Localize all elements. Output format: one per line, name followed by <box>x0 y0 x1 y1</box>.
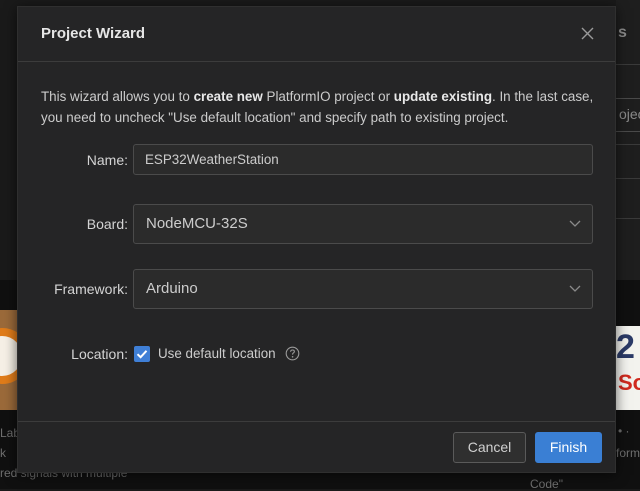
project-wizard-dialog: Project Wizard This wizard allows you to… <box>17 6 616 473</box>
framework-selected-value: Arduino <box>146 280 198 297</box>
board-select[interactable]: NodeMCU-32S <box>133 204 593 244</box>
use-default-location-checkbox[interactable] <box>134 346 150 362</box>
close-icon <box>581 27 594 40</box>
framework-label: Framework: <box>54 281 128 297</box>
close-button[interactable] <box>577 23 599 45</box>
board-selected-value: NodeMCU-32S <box>146 215 248 232</box>
finish-button[interactable]: Finish <box>535 432 602 463</box>
background-input: ojec <box>612 98 640 132</box>
background-right-panel <box>616 0 640 280</box>
background-text: • · <box>618 424 630 438</box>
dialog-footer-divider <box>18 421 615 422</box>
board-label: Board: <box>86 216 128 232</box>
video-thumbnail <box>0 310 18 410</box>
location-label: Location: <box>71 346 128 362</box>
intro-text: This wizard allows you to <box>41 89 194 104</box>
background-panel-letter: s <box>618 24 627 41</box>
background-text: form <box>616 446 640 460</box>
background-text: k <box>0 446 6 460</box>
video-thumbnail: 2 So <box>614 326 640 410</box>
project-name-input[interactable] <box>133 144 593 175</box>
chevron-down-icon <box>569 220 581 227</box>
intro-bold-update: update existing <box>393 89 492 104</box>
thumbnail-word: So <box>618 370 640 395</box>
background-divider <box>612 178 640 179</box>
background-divider <box>612 64 640 65</box>
dialog-description: This wizard allows you to create new Pla… <box>41 86 597 128</box>
thumbnail-number: 2 <box>616 328 635 366</box>
dialog-title: Project Wizard <box>41 25 146 42</box>
intro-bold-create: create new <box>193 89 263 104</box>
name-label: Name: <box>86 152 128 168</box>
dialog-header: Project Wizard <box>18 7 615 62</box>
framework-select[interactable]: Arduino <box>133 269 593 309</box>
help-icon[interactable] <box>285 346 300 361</box>
use-default-location-label[interactable]: Use default location <box>158 346 276 361</box>
background-divider <box>612 218 640 219</box>
intro-text: PlatformIO project or <box>262 89 394 104</box>
chevron-down-icon <box>569 285 581 292</box>
background-divider <box>612 144 640 145</box>
cancel-button[interactable]: Cancel <box>453 432 526 463</box>
checkmark-icon <box>136 350 148 359</box>
